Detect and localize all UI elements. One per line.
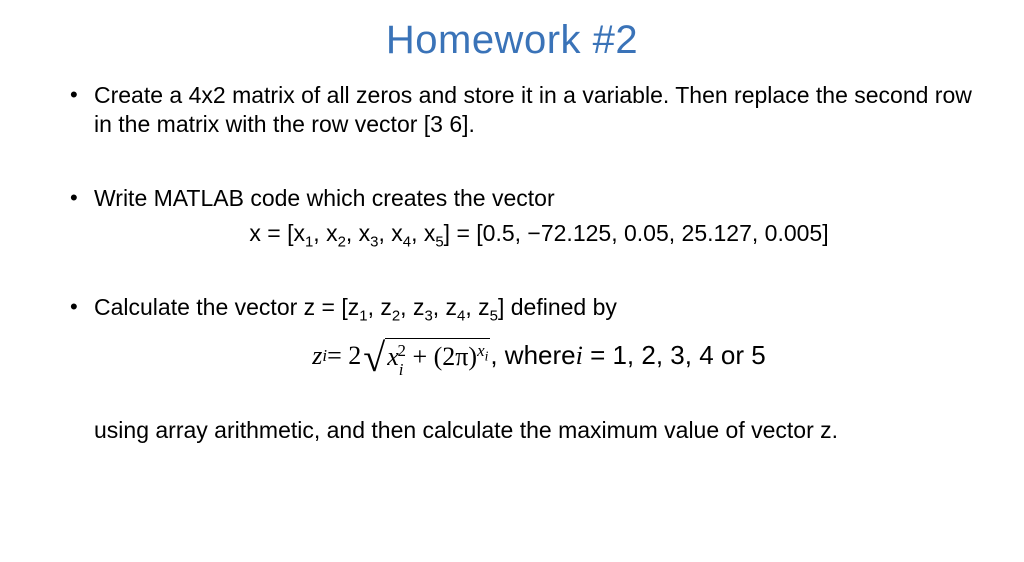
bullet-list: Create a 4x2 matrix of all zeros and sto… bbox=[40, 81, 984, 373]
bullet-3-after: ] defined by bbox=[498, 294, 617, 320]
bullet-3: Calculate the vector z = [z1, z2, z3, z4… bbox=[70, 293, 984, 374]
radicand: xi2 + (2π)xi bbox=[385, 338, 490, 373]
bullet-3-lead: Calculate the vector z = [z bbox=[94, 294, 359, 320]
bullet-2-text: Write MATLAB code which creates the vect… bbox=[94, 185, 555, 211]
sep: , bbox=[433, 294, 446, 320]
bullet-1-text: Create a 4x2 matrix of all zeros and sto… bbox=[94, 82, 972, 137]
z-var: z bbox=[312, 339, 322, 372]
eq-lhs: x = [x bbox=[249, 220, 305, 246]
rad-plus: + bbox=[406, 342, 434, 371]
bullet-1: Create a 4x2 matrix of all zeros and sto… bbox=[70, 81, 984, 140]
rad-x-sub: i bbox=[399, 360, 404, 379]
rad-x-sup: 2 bbox=[398, 341, 406, 360]
sep: , bbox=[400, 294, 413, 320]
vector-x-equation: x = [x1, x2, x3, x4, x5] = [0.5, −72.125… bbox=[94, 219, 984, 248]
z-sub-3: 3 bbox=[424, 307, 432, 324]
sub-4: 4 bbox=[403, 234, 411, 251]
sep: , bbox=[465, 294, 478, 320]
page-title: Homework #2 bbox=[40, 18, 984, 63]
eq-rhs: ] = [0.5, −72.125, 0.05, 25.127, 0.005] bbox=[444, 220, 829, 246]
sub-5: 5 bbox=[435, 234, 443, 251]
sep: , bbox=[346, 220, 359, 246]
z-formula: zi = 2√xi2 + (2π)xi , where i = 1, 2, 3,… bbox=[94, 338, 984, 373]
two-pi: (2π) bbox=[434, 342, 477, 371]
slide: Homework #2 Create a 4x2 matrix of all z… bbox=[0, 0, 1024, 562]
where-text: , where bbox=[490, 339, 575, 372]
two-pi-exp: xi bbox=[477, 341, 488, 360]
sep: , bbox=[411, 220, 424, 246]
sub-2: 2 bbox=[338, 234, 346, 251]
sep: , bbox=[368, 294, 381, 320]
z-sub-1: 1 bbox=[359, 307, 367, 324]
z-sub-2: 2 bbox=[392, 307, 400, 324]
sep: , bbox=[378, 220, 391, 246]
continuation-text: using array arithmetic, and then calcula… bbox=[94, 417, 984, 444]
sep: , bbox=[313, 220, 326, 246]
bullet-2: Write MATLAB code which creates the vect… bbox=[70, 184, 984, 249]
i-eq: i = 1, 2, 3, 4 or 5 bbox=[576, 339, 766, 372]
eq-2: = 2 bbox=[327, 339, 361, 372]
z-sub-5: 5 bbox=[490, 307, 498, 324]
